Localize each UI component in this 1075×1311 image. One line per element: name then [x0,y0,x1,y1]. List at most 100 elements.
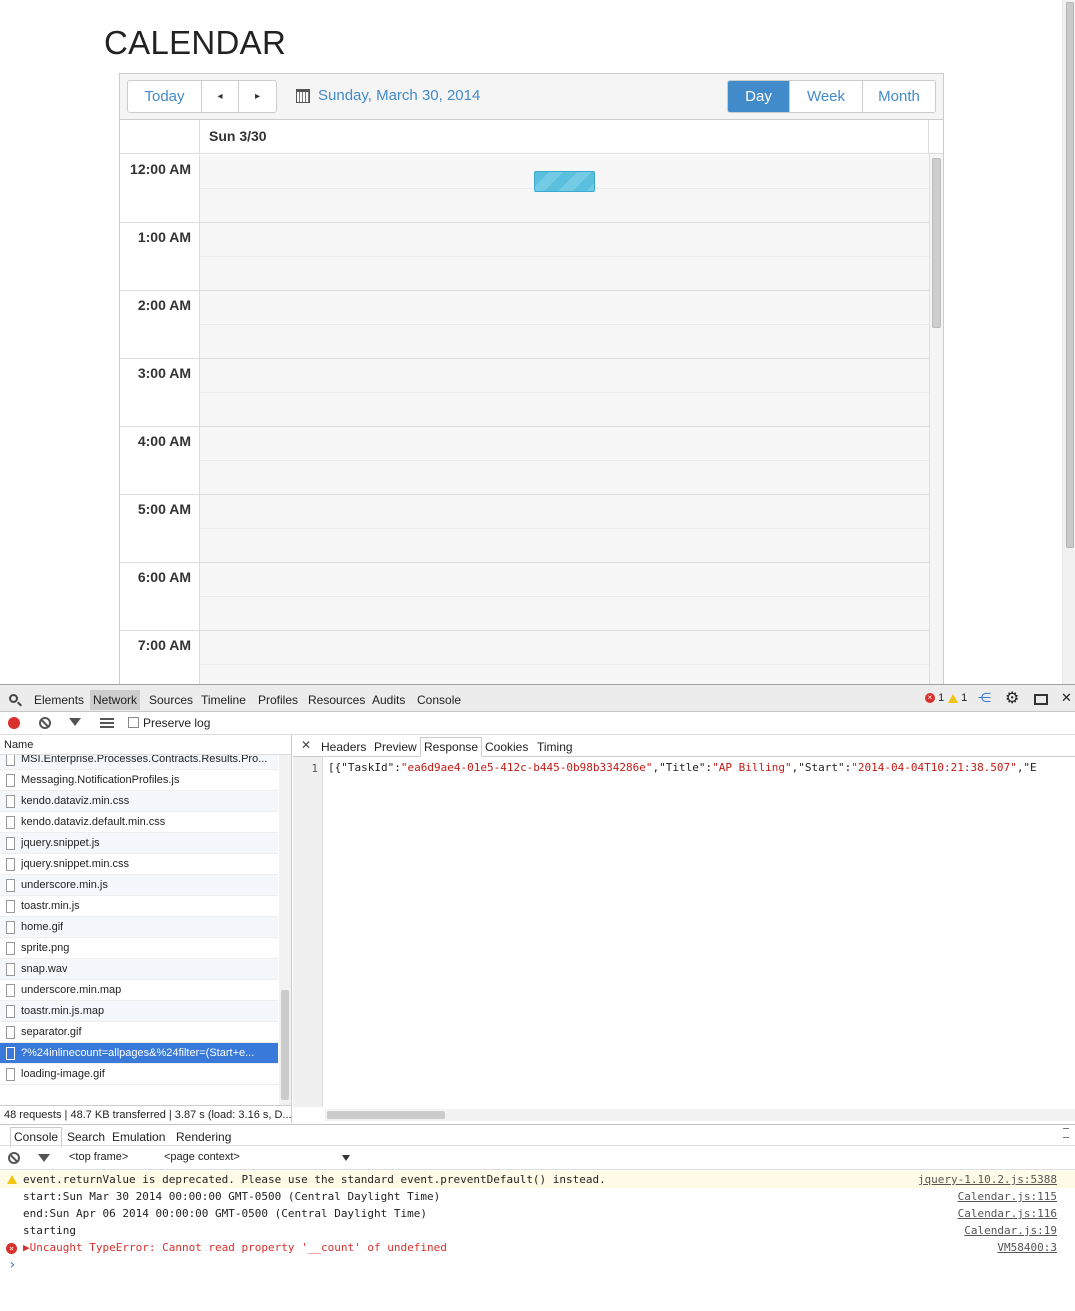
request-row[interactable]: loading-image.gif [0,1064,278,1085]
record-icon[interactable] [8,717,20,729]
half-hour-cell[interactable] [200,461,929,495]
request-row[interactable]: underscore.min.js [0,875,278,896]
view-switcher: Day Week Month [727,80,936,113]
console-source-link[interactable]: VM58400:3 [997,1241,1057,1254]
console-message-error[interactable]: × ▶Uncaught TypeError: Cannot read prope… [0,1239,1075,1256]
filter-icon[interactable] [69,718,81,726]
half-hour-cell[interactable] [200,529,929,563]
drawer-resize-icon[interactable] [1063,1128,1069,1138]
console-source-link[interactable]: Calendar.js:19 [964,1224,1057,1237]
page-scrollbar[interactable] [1062,0,1075,684]
half-hour-cell[interactable] [200,631,929,665]
request-row[interactable]: home.gif [0,917,278,938]
view-week-button[interactable]: Week [790,81,863,112]
chevron-down-icon[interactable] [342,1155,350,1161]
half-hour-cell[interactable] [200,359,929,393]
tab-sources[interactable]: Sources [149,693,193,707]
half-hour-cell[interactable] [200,495,929,529]
request-row[interactable]: snap.wav [0,959,278,980]
warning-count[interactable]: 1 [948,692,967,704]
request-row[interactable]: kendo.dataviz.default.min.css [0,812,278,833]
next-button[interactable]: ▸ [239,81,276,112]
console-filter-icon[interactable] [38,1154,50,1162]
scheduler-toolbar: Today ◂ ▸ Sunday, March 30, 2014 Day Wee… [120,74,943,120]
half-hour-cell[interactable] [200,393,929,427]
half-hour-cell[interactable] [200,665,929,684]
list-view-icon[interactable] [100,718,114,728]
tab-profiles[interactable]: Profiles [258,693,298,707]
request-row[interactable]: jquery.snippet.js [0,833,278,854]
view-month-button[interactable]: Month [863,81,935,112]
response-hscrollbar-thumb[interactable] [327,1111,445,1119]
name-column-header[interactable]: Name [0,735,292,755]
clear-icon[interactable] [39,717,51,729]
tab-audits[interactable]: Audits [372,693,405,707]
tab-timing[interactable]: Timing [537,740,573,754]
close-icon[interactable]: ✕ [1061,690,1072,706]
request-row[interactable]: kendo.dataviz.min.css [0,791,278,812]
request-row[interactable]: Messaging.NotificationProfiles.js [0,770,278,791]
half-hour-cell[interactable] [200,291,929,325]
drawer-tab-emulation[interactable]: Emulation [112,1130,165,1144]
inspect-search-icon[interactable] [9,694,18,703]
drawer-tab-rendering[interactable]: Rendering [176,1130,231,1144]
close-detail-icon[interactable]: ✕ [301,738,311,752]
frame-select[interactable]: <top frame> [69,1151,128,1163]
response-body[interactable]: [{"TaskId":"ea6d9ae4-01e5-412c-b445-0b98… [328,761,1075,774]
scheduler-scrollbar-thumb[interactable] [932,158,941,328]
request-row[interactable]: separator.gif [0,1022,278,1043]
half-hour-cell[interactable] [200,427,929,461]
json-string: "2014-04-04T10:21:38.507" [851,761,1017,774]
time-label: 5:00 AM [137,501,191,517]
console-source-link[interactable]: jquery-1.10.2.js:5388 [918,1173,1057,1186]
response-hscrollbar[interactable] [325,1109,1075,1121]
half-hour-cell[interactable] [200,563,929,597]
request-row[interactable]: underscore.min.map [0,980,278,1001]
page-title: CALENDAR [104,24,287,61]
request-row-selected[interactable]: ?%24inlinecount=allpages&%24filter=(Star… [0,1043,278,1064]
drawer-tab-console[interactable]: Console [10,1127,63,1147]
tab-preview[interactable]: Preview [374,740,417,754]
half-hour-cell[interactable] [200,189,929,223]
clear-console-icon[interactable] [8,1152,20,1164]
console-source-link[interactable]: Calendar.js:115 [958,1190,1057,1203]
half-hour-cell[interactable] [200,223,929,257]
tab-headers[interactable]: Headers [321,740,366,754]
drawer-tab-search[interactable]: Search [67,1130,105,1144]
half-hour-cell[interactable] [200,325,929,359]
request-row[interactable]: jquery.snippet.min.css [0,854,278,875]
tab-console[interactable]: Console [417,693,461,707]
previous-button[interactable]: ◂ [202,81,239,112]
tab-elements[interactable]: Elements [34,693,84,707]
dock-icon[interactable] [1034,694,1048,705]
request-row[interactable]: sprite.png [0,938,278,959]
request-list-scrollbar[interactable] [279,755,291,1105]
view-day-button[interactable]: Day [728,81,790,112]
time-slot: 2:00 AM [120,291,200,359]
context-select[interactable]: <page context> [164,1151,240,1163]
current-date[interactable]: Sunday, March 30, 2014 [296,87,480,104]
request-list-scrollbar-thumb[interactable] [281,990,289,1100]
half-hour-cell[interactable] [200,597,929,631]
tab-network[interactable]: Network [90,690,141,710]
page-scrollbar-thumb[interactable] [1066,2,1074,548]
console-message: end:Sun Apr 06 2014 00:00:00 GMT-0500 (C… [0,1205,1075,1222]
tab-cookies[interactable]: Cookies [485,740,528,754]
day-column[interactable] [200,155,929,684]
half-hour-cell[interactable] [200,257,929,291]
file-icon [6,962,15,976]
request-row[interactable]: MSI.Enterprise.Processes.Contracts.Resul… [0,755,278,770]
preserve-log-checkbox[interactable] [128,717,139,728]
console-source-link[interactable]: Calendar.js:116 [958,1207,1057,1220]
console-drawer-icon[interactable]: ⋲ [978,690,991,706]
tab-response[interactable]: Response [420,737,483,757]
request-row[interactable]: toastr.min.js.map [0,1001,278,1022]
tab-timeline[interactable]: Timeline [201,693,246,707]
request-row[interactable]: toastr.min.js [0,896,278,917]
tab-resources[interactable]: Resources [308,693,365,707]
today-button[interactable]: Today [128,81,202,112]
console-prompt[interactable]: › [8,1257,16,1273]
scheduler-scrollbar[interactable] [929,154,943,684]
gear-icon[interactable]: ⚙ [1005,688,1019,708]
error-count[interactable]: × 1 [925,692,944,704]
